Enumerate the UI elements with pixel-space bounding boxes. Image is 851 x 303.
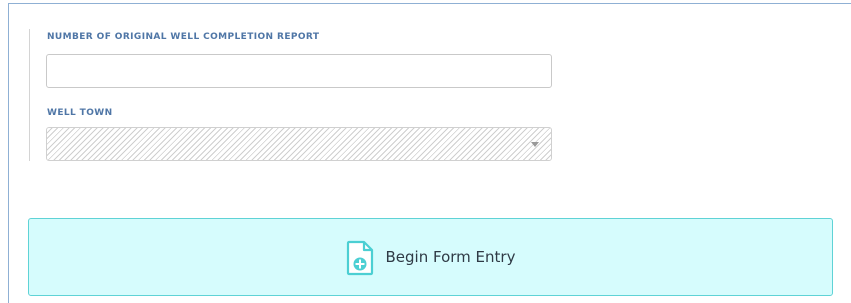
well-town-select[interactable] (46, 127, 552, 161)
well-town-label: WELL TOWN (47, 108, 113, 118)
begin-form-entry-button[interactable]: Begin Form Entry (28, 218, 833, 296)
add-document-icon (346, 240, 373, 276)
chevron-down-icon (531, 142, 539, 147)
report-number-input[interactable] (46, 54, 552, 88)
form-panel: NUMBER OF ORIGINAL WELL COMPLETION REPOR… (8, 3, 851, 303)
well-fields-group: NUMBER OF ORIGINAL WELL COMPLETION REPOR… (29, 29, 590, 161)
begin-form-entry-label: Begin Form Entry (385, 248, 516, 266)
report-number-label: NUMBER OF ORIGINAL WELL COMPLETION REPOR… (47, 32, 320, 42)
